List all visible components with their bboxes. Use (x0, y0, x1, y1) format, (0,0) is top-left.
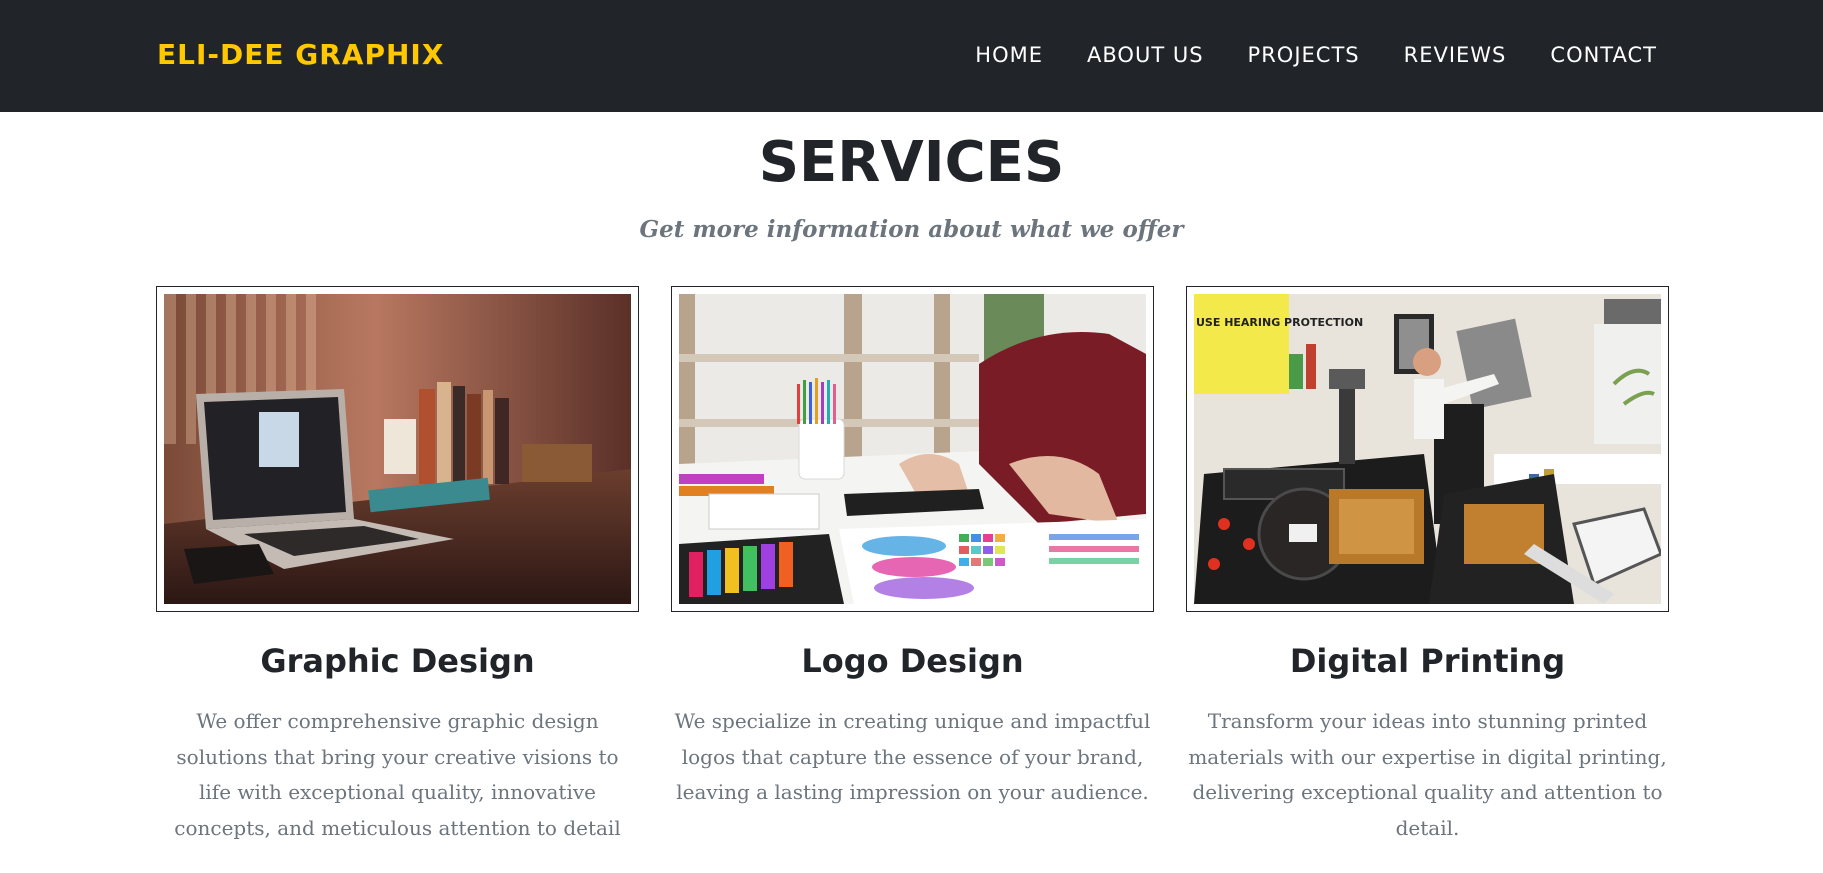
service-card-digital-printing: USE HEARING PROTECTION Digital Printing … (1186, 286, 1669, 846)
service-image-frame: USE HEARING PROTECTION (1186, 286, 1669, 612)
service-title: Graphic Design (260, 642, 535, 680)
service-card-graphic-design: Graphic Design We offer comprehensive gr… (156, 286, 639, 846)
navbar: ELI-DEE GRAPHIX HOME ABOUT US PROJECTS R… (0, 0, 1823, 112)
laptop-desk-photo (164, 294, 631, 604)
nav-link-contact[interactable]: CONTACT (1550, 40, 1657, 70)
service-image-frame (671, 286, 1154, 612)
brand-logo[interactable]: ELI-DEE GRAPHIX (157, 38, 444, 72)
printing-press-photo: USE HEARING PROTECTION (1194, 294, 1661, 604)
nav-link-home[interactable]: HOME (975, 40, 1043, 70)
designer-color-swatches-photo (679, 294, 1146, 604)
service-card-logo-design: Logo Design We specialize in creating un… (671, 286, 1154, 811)
service-description: We specialize in creating unique and imp… (674, 709, 1151, 804)
section-subheading: Get more information about what we offer (639, 216, 1184, 243)
service-title: Logo Design (801, 642, 1024, 680)
poster-text: USE HEARING PROTECTION (1196, 316, 1363, 329)
nav-link-about-us[interactable]: ABOUT US (1087, 40, 1204, 70)
service-image-frame (156, 286, 639, 612)
service-description: Transform your ideas into stunning print… (1188, 709, 1667, 840)
service-description: We offer comprehensive graphic design so… (174, 709, 621, 840)
nav-link-reviews[interactable]: REVIEWS (1404, 40, 1507, 70)
nav-link-projects[interactable]: PROJECTS (1248, 40, 1360, 70)
service-title: Digital Printing (1289, 642, 1566, 680)
nav-links: HOME ABOUT US PROJECTS REVIEWS CONTACT (975, 40, 1657, 70)
section-heading: SERVICES (758, 130, 1065, 195)
